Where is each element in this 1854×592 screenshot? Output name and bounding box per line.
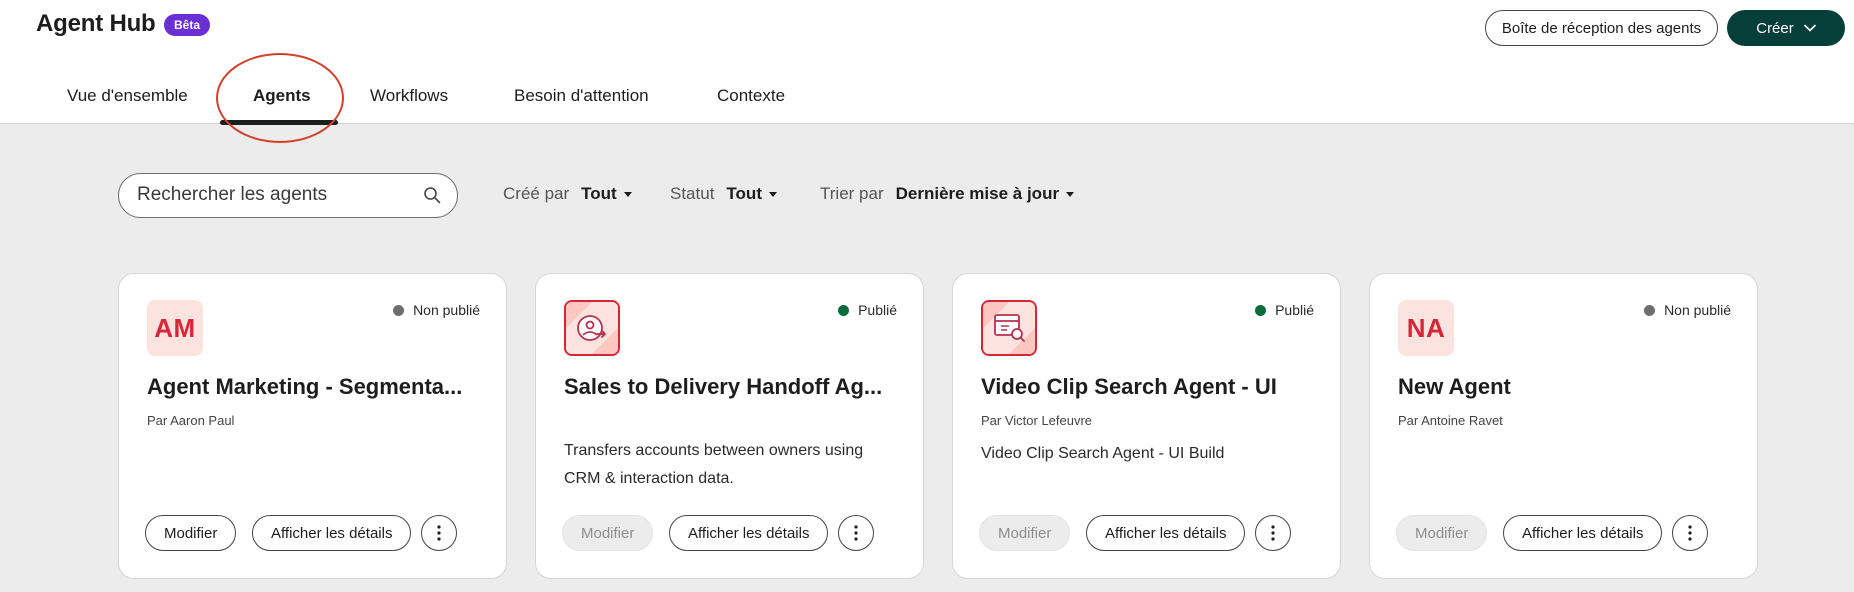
search-input[interactable] xyxy=(137,174,407,216)
top-bar: Agent Hub Bêta Boîte de réception des ag… xyxy=(0,0,1854,143)
more-options-button[interactable] xyxy=(1672,515,1708,551)
view-details-button[interactable]: Afficher les détails xyxy=(1086,515,1246,551)
agent-card[interactable]: Publié Video Clip Search Agent - UI Par … xyxy=(952,273,1341,579)
sort-dropdown[interactable]: Dernière mise à jour xyxy=(895,184,1075,204)
video-search-icon xyxy=(983,302,1035,354)
created-by-label: Créé par xyxy=(503,184,570,203)
create-button[interactable]: Créer xyxy=(1727,10,1845,46)
edit-button[interactable]: Modifier xyxy=(979,515,1071,551)
status-indicator: Publié xyxy=(1255,302,1314,318)
agent-card[interactable]: Publié Sales to Delivery Handoff Ag... T… xyxy=(535,273,924,579)
created-by-dropdown[interactable]: Tout xyxy=(581,184,632,204)
agent-card[interactable]: NA Non publié New Agent Par Antoine Rave… xyxy=(1369,273,1758,579)
agent-avatar: NA xyxy=(1398,300,1454,356)
app-title: Agent Hub xyxy=(36,10,156,37)
more-vertical-icon xyxy=(854,525,858,541)
view-details-button[interactable]: Afficher les détails xyxy=(252,515,412,551)
beta-badge: Bêta xyxy=(164,14,211,36)
status-text: Publié xyxy=(1275,302,1314,318)
status-text: Non publié xyxy=(1664,302,1731,318)
status-text: Publié xyxy=(858,302,897,318)
created-by-filter[interactable]: Créé par Tout xyxy=(503,184,632,204)
agent-title: Sales to Delivery Handoff Ag... xyxy=(564,374,883,399)
agent-title: Video Clip Search Agent - UI xyxy=(981,374,1277,399)
agent-author: Par Antoine Ravet xyxy=(1398,413,1503,428)
sort-value: Dernière mise à jour xyxy=(895,184,1060,203)
created-by-value: Tout xyxy=(581,184,617,203)
edit-button[interactable]: Modifier xyxy=(562,515,654,551)
status-dot-icon xyxy=(838,304,850,316)
more-vertical-icon xyxy=(1688,525,1692,541)
search-icon[interactable] xyxy=(423,186,441,204)
edit-button[interactable]: Modifier xyxy=(1396,515,1488,551)
view-details-button[interactable]: Afficher les détails xyxy=(1503,515,1663,551)
agent-title: Agent Marketing - Segmenta... xyxy=(147,374,463,399)
caret-down-icon xyxy=(768,191,777,197)
agent-avatar xyxy=(981,300,1037,356)
agent-author: Par Victor Lefeuvre xyxy=(981,413,1093,428)
sort-filter[interactable]: Trier par Dernière mise à jour xyxy=(820,184,1075,204)
tab-needs-attention[interactable]: Besoin d'attention xyxy=(514,86,649,106)
annotation-circle xyxy=(216,53,344,143)
more-options-button[interactable] xyxy=(1255,515,1291,551)
tab-workflows[interactable]: Workflows xyxy=(370,86,448,106)
agent-title: New Agent xyxy=(1398,374,1511,399)
tab-overview[interactable]: Vue d'ensemble xyxy=(67,86,188,106)
status-value: Tout xyxy=(726,184,762,203)
agent-description: Transfers accounts between owners using … xyxy=(564,442,864,487)
sort-label: Trier par xyxy=(820,184,884,203)
status-indicator: Publié xyxy=(838,302,897,318)
status-text: Non publié xyxy=(413,302,480,318)
more-options-button[interactable] xyxy=(421,515,457,551)
status-dot-icon xyxy=(1255,304,1267,316)
status-indicator: Non publié xyxy=(393,302,480,318)
status-dropdown[interactable]: Tout xyxy=(726,184,777,204)
status-dot-icon xyxy=(393,304,405,316)
status-label: Statut xyxy=(670,184,715,203)
handoff-user-icon xyxy=(566,302,618,354)
create-button-label: Créer xyxy=(1756,19,1794,37)
status-dot-icon xyxy=(1644,304,1656,316)
status-filter[interactable]: Statut Tout xyxy=(670,184,777,204)
search-box xyxy=(118,173,458,218)
more-options-button[interactable] xyxy=(838,515,874,551)
caret-down-icon xyxy=(1066,191,1075,197)
chevron-down-icon xyxy=(1803,24,1816,32)
tab-bar: Vue d'ensemble Agents Workflows Besoin d… xyxy=(0,78,900,125)
view-details-button[interactable]: Afficher les détails xyxy=(669,515,829,551)
edit-button[interactable]: Modifier xyxy=(145,515,237,551)
more-vertical-icon xyxy=(1271,525,1275,541)
agent-card[interactable]: AM Non publié Agent Marketing - Segmenta… xyxy=(118,273,507,579)
tab-context[interactable]: Contexte xyxy=(717,86,785,106)
more-vertical-icon xyxy=(437,525,441,541)
agent-avatar xyxy=(564,300,620,356)
caret-down-icon xyxy=(623,191,632,197)
agent-inbox-button[interactable]: Boîte de réception des agents xyxy=(1485,10,1718,46)
agent-description: Video Clip Search Agent - UI Build xyxy=(981,445,1225,462)
agent-avatar: AM xyxy=(147,300,203,356)
status-indicator: Non publié xyxy=(1644,302,1731,318)
agent-author: Par Aaron Paul xyxy=(147,413,235,428)
